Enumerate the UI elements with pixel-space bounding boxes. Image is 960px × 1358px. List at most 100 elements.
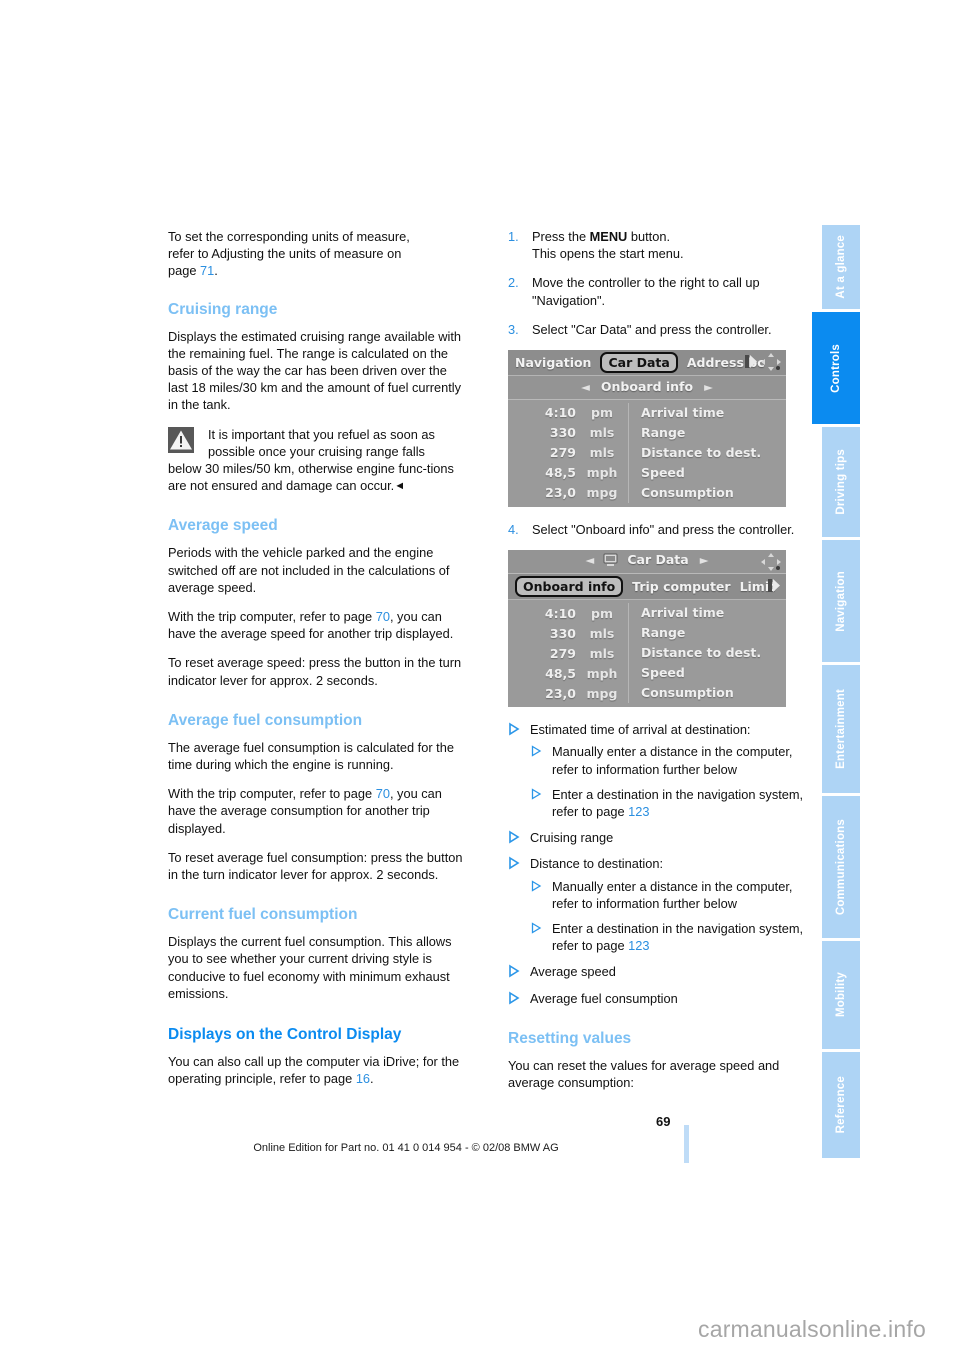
next-arrow-icon[interactable]: ► <box>704 380 713 394</box>
sub-list-item-label: Manually enter a distance in the compute… <box>552 878 793 911</box>
sub-list-item-label: Enter a destination in the navigation sy… <box>552 786 804 820</box>
page-right-arrow-icon[interactable] <box>745 354 758 369</box>
sidebar-item-navigation[interactable]: Navigation <box>820 540 860 662</box>
computer-values-bullet-list: Estimated time of arrival at destination… <box>508 721 804 1007</box>
sidebar-item-driving-tips[interactable]: Driving tips <box>820 427 860 537</box>
step-1-text-pre: Press the <box>532 229 590 244</box>
step-4-text: Select "Onboard info" and press the cont… <box>532 522 795 538</box>
next-arrow-icon[interactable]: ► <box>700 553 709 567</box>
idrive-title-car-data: Car Data <box>627 552 689 568</box>
page-reference-71[interactable]: 71 <box>200 263 214 278</box>
step-2: 2. Move the controller to the right to c… <box>508 274 804 308</box>
idrive-screenshot-car-data-menu: Navigation Car Data Address bc ◄ Onboard… <box>508 350 786 508</box>
section-tab-navigation: At a glance Controls Driving tips Naviga… <box>812 225 860 1158</box>
page-reference-16[interactable]: 16 <box>356 1071 370 1086</box>
idrive-title-onboard-info: Onboard info <box>600 379 694 395</box>
site-watermark: carmanualsonline.info <box>698 1316 926 1342</box>
sidebar-item-mobility[interactable]: Mobility <box>820 941 860 1049</box>
average-fuel-p2-pre: With the trip computer, refer to page <box>168 786 376 802</box>
sidebar-item-label: Controls <box>830 343 842 393</box>
page-reference-70-speed[interactable]: 70 <box>376 609 390 624</box>
idrive-row: 4:10 pm Arrival time <box>508 603 786 624</box>
row-unit: mpg <box>586 685 618 701</box>
sidebar-item-label: Reference <box>835 1076 847 1134</box>
row-label: Distance to dest. <box>628 643 786 664</box>
row-unit: mph <box>586 665 618 681</box>
page-reference-70-consumption[interactable]: 70 <box>376 786 390 801</box>
sub-bullet-list: Manually enter a distance in the compute… <box>530 878 804 955</box>
sub-bullet-list: Manually enter a distance in the compute… <box>530 743 804 820</box>
displays-p1-post: . <box>370 1071 374 1087</box>
sidebar-item-controls[interactable]: Controls <box>812 312 860 424</box>
step-3: 3. Select "Car Data" and press the contr… <box>508 321 804 338</box>
list-item-label: Cruising range <box>530 830 614 846</box>
row-unit: mls <box>589 625 615 641</box>
idrive-row: 330 mls Range <box>508 623 786 644</box>
row-unit: mls <box>589 445 615 461</box>
prev-arrow-icon[interactable]: ◄ <box>585 553 594 567</box>
idrive-menu-bar: Navigation Car Data Address bc <box>508 350 786 377</box>
sidebar-item-entertainment[interactable]: Entertainment <box>820 665 860 793</box>
idrive-menu-item-navigation[interactable]: Navigation <box>508 354 591 371</box>
warning-line-2: possible once your cruising range falls <box>208 443 425 459</box>
step-2-number: 2. <box>508 275 519 291</box>
intro-paragraph: To set the corresponding units of measur… <box>168 228 464 280</box>
step-1-number: 1. <box>508 229 519 244</box>
prev-arrow-icon[interactable]: ◄ <box>581 380 590 394</box>
chevron-right-icon <box>508 856 521 870</box>
idrive-title-row-2: ◄ Car Data ► <box>508 550 786 575</box>
cruising-range-body: Displays the estimated cruising range av… <box>168 328 462 413</box>
resetting-values-p1: You can reset the values for average spe… <box>508 1057 780 1091</box>
average-fuel-p2: With the trip computer, refer to page 70… <box>168 785 464 837</box>
list-item-label: Estimated time of arrival at destination… <box>530 722 751 738</box>
row-value: 279 <box>549 645 576 661</box>
heading-current-fuel-consumption: Current fuel consumption <box>168 906 358 924</box>
triangle-right-icon <box>530 879 543 893</box>
page-right-arrow-icon[interactable] <box>768 578 781 593</box>
heading-average-fuel-consumption: Average fuel consumption <box>168 711 363 729</box>
step-2-text: Move the controller to the right to call… <box>532 275 760 291</box>
warning-line-1: It is important that you refuel as soon … <box>208 426 435 442</box>
list-item: Cruising range <box>508 829 804 846</box>
idrive-row: 279 mls Distance to dest. <box>508 643 786 664</box>
average-speed-p1: Periods with the vehicle parked and the … <box>168 545 450 595</box>
row-label: Consumption <box>628 483 786 504</box>
row-label: Speed <box>628 463 786 484</box>
step-2-line-2: "Navigation". <box>532 292 606 308</box>
idrive-menu-item-trip-computer[interactable]: Trip computer <box>623 578 730 595</box>
heading-displays-on-the-control-display: Displays on the Control Display <box>168 1026 402 1044</box>
warning-note-text-rest: below 30 miles/50 km, otherwise engine f… <box>168 460 464 494</box>
sidebar-item-communications[interactable]: Communications <box>820 796 860 938</box>
idrive-row: 4:10 pm Arrival time <box>508 403 786 424</box>
list-item-label: Distance to destination: <box>530 856 664 872</box>
list-item: Enter a destination in the navigation sy… <box>530 920 804 954</box>
sidebar-item-reference[interactable]: Reference <box>820 1052 860 1158</box>
row-label: Consumption <box>628 683 786 704</box>
row-value: 23,0 <box>545 485 576 501</box>
idrive-menu-item-onboard-info-selected[interactable]: Onboard info <box>515 576 624 598</box>
step-1-line-2: This opens the start menu. <box>532 246 684 262</box>
average-speed-p3: To reset average speed: press the button… <box>168 655 462 688</box>
average-fuel-p1: The average fuel consumption is calculat… <box>168 739 454 773</box>
row-value: 48,5 <box>545 465 576 481</box>
page-reference-123-b[interactable]: 123 <box>628 938 649 953</box>
idrive-data-rows-2: 4:10 pm Arrival time 330 mls Range 279 m… <box>508 600 786 708</box>
idrive-data-rows: 4:10 pm Arrival time 330 mls Range 279 m… <box>508 400 786 508</box>
row-value: 48,5 <box>545 665 576 681</box>
row-unit: mph <box>586 465 618 481</box>
row-unit: mls <box>589 645 615 661</box>
list-item: Average speed <box>508 963 804 980</box>
list-item: Manually enter a distance in the compute… <box>530 878 804 912</box>
sidebar-item-at-a-glance[interactable]: At a glance <box>820 225 860 309</box>
page-reference-123-a[interactable]: 123 <box>628 804 649 819</box>
list-item: Enter a destination in the navigation sy… <box>530 786 804 820</box>
triangle-right-icon <box>530 787 543 801</box>
average-speed-p2: With the trip computer, refer to page 70… <box>168 608 464 642</box>
displays-p1-pre: You can also call up the computer via iD… <box>168 1054 460 1087</box>
sub-list-item-label: Enter a destination in the navigation sy… <box>552 921 804 954</box>
step-1: 1. Press the MENU button. This opens the… <box>508 228 804 262</box>
left-text-column: To set the corresponding units of measur… <box>168 228 464 1100</box>
idrive-menu-item-car-data-selected[interactable]: Car Data <box>600 352 678 374</box>
heading-average-speed: Average speed <box>168 517 278 535</box>
row-unit: mpg <box>586 485 618 501</box>
